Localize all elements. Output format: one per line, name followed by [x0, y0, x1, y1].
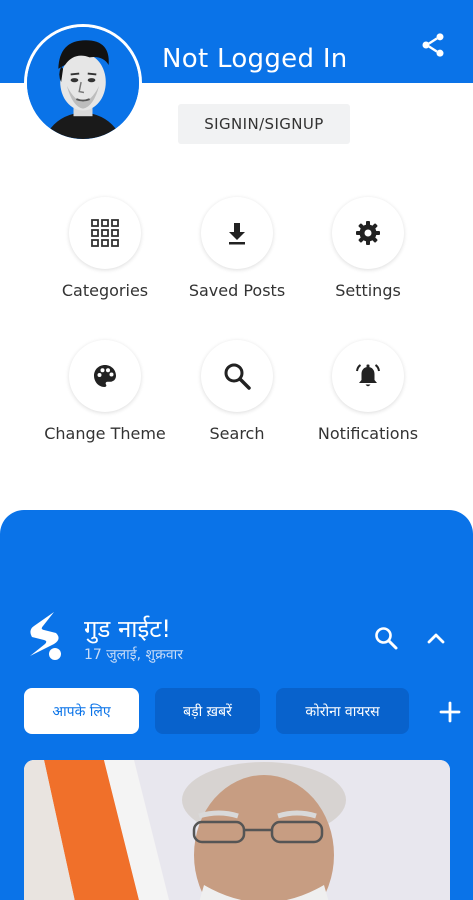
menu-icon-circle [69, 340, 141, 412]
news-photo [24, 760, 450, 900]
menu-item-change-theme[interactable]: Change Theme [30, 340, 180, 443]
menu-label: Settings [335, 281, 401, 300]
menu-icon-circle [201, 340, 273, 412]
menu-item-saved-posts[interactable]: Saved Posts [162, 197, 312, 300]
menu-label: Change Theme [44, 424, 166, 443]
chevron-up-icon [427, 633, 445, 644]
gear-icon [356, 221, 380, 245]
add-tab-button[interactable] [432, 696, 468, 728]
menu-item-search[interactable]: Search [162, 340, 312, 443]
menu-icon-circle [332, 340, 404, 412]
share-icon [422, 33, 444, 57]
date-text: 17 जुलाई, शुक्रवार [84, 647, 183, 663]
search-icon [224, 363, 251, 390]
menu-label: Notifications [317, 424, 419, 443]
menu-icon-circle [69, 197, 141, 269]
menu-label: Saved Posts [188, 281, 286, 300]
palette-icon [94, 365, 116, 387]
grid-icon [91, 219, 119, 247]
menu-label: Categories [61, 281, 149, 300]
user-name: Not Logged In [162, 44, 348, 74]
menu-item-settings[interactable]: Settings [293, 197, 443, 300]
plus-icon [439, 701, 461, 723]
menu-item-notifications[interactable]: Notifications [293, 340, 443, 443]
tab-top-news[interactable]: बड़ी ख़बरें [155, 688, 260, 734]
app-screen: Not Logged In SIGNIN/SIGNUP Categories S… [0, 0, 473, 900]
signin-signup-button[interactable]: SIGNIN/SIGNUP [178, 104, 350, 144]
avatar-illustration [27, 27, 139, 139]
news-thumbnail[interactable] [24, 760, 450, 900]
brand-s-logo [30, 612, 61, 660]
greeting-text: गुड नाईट! [84, 615, 172, 643]
panel-search-button[interactable] [370, 622, 402, 654]
tab-coronavirus[interactable]: कोरोना वायरस [276, 688, 409, 734]
brand-logo [24, 610, 66, 662]
tab-for-you[interactable]: आपके लिए [24, 688, 139, 734]
alarm-bell-icon [356, 364, 380, 387]
search-icon [375, 627, 398, 650]
menu-label: Search [209, 424, 265, 443]
avatar[interactable] [24, 24, 142, 142]
menu-item-categories[interactable]: Categories [30, 197, 180, 300]
menu-icon-circle [332, 197, 404, 269]
share-button[interactable] [418, 30, 448, 60]
download-icon [229, 223, 245, 245]
menu-icon-circle [201, 197, 273, 269]
collapse-button[interactable] [420, 622, 452, 654]
